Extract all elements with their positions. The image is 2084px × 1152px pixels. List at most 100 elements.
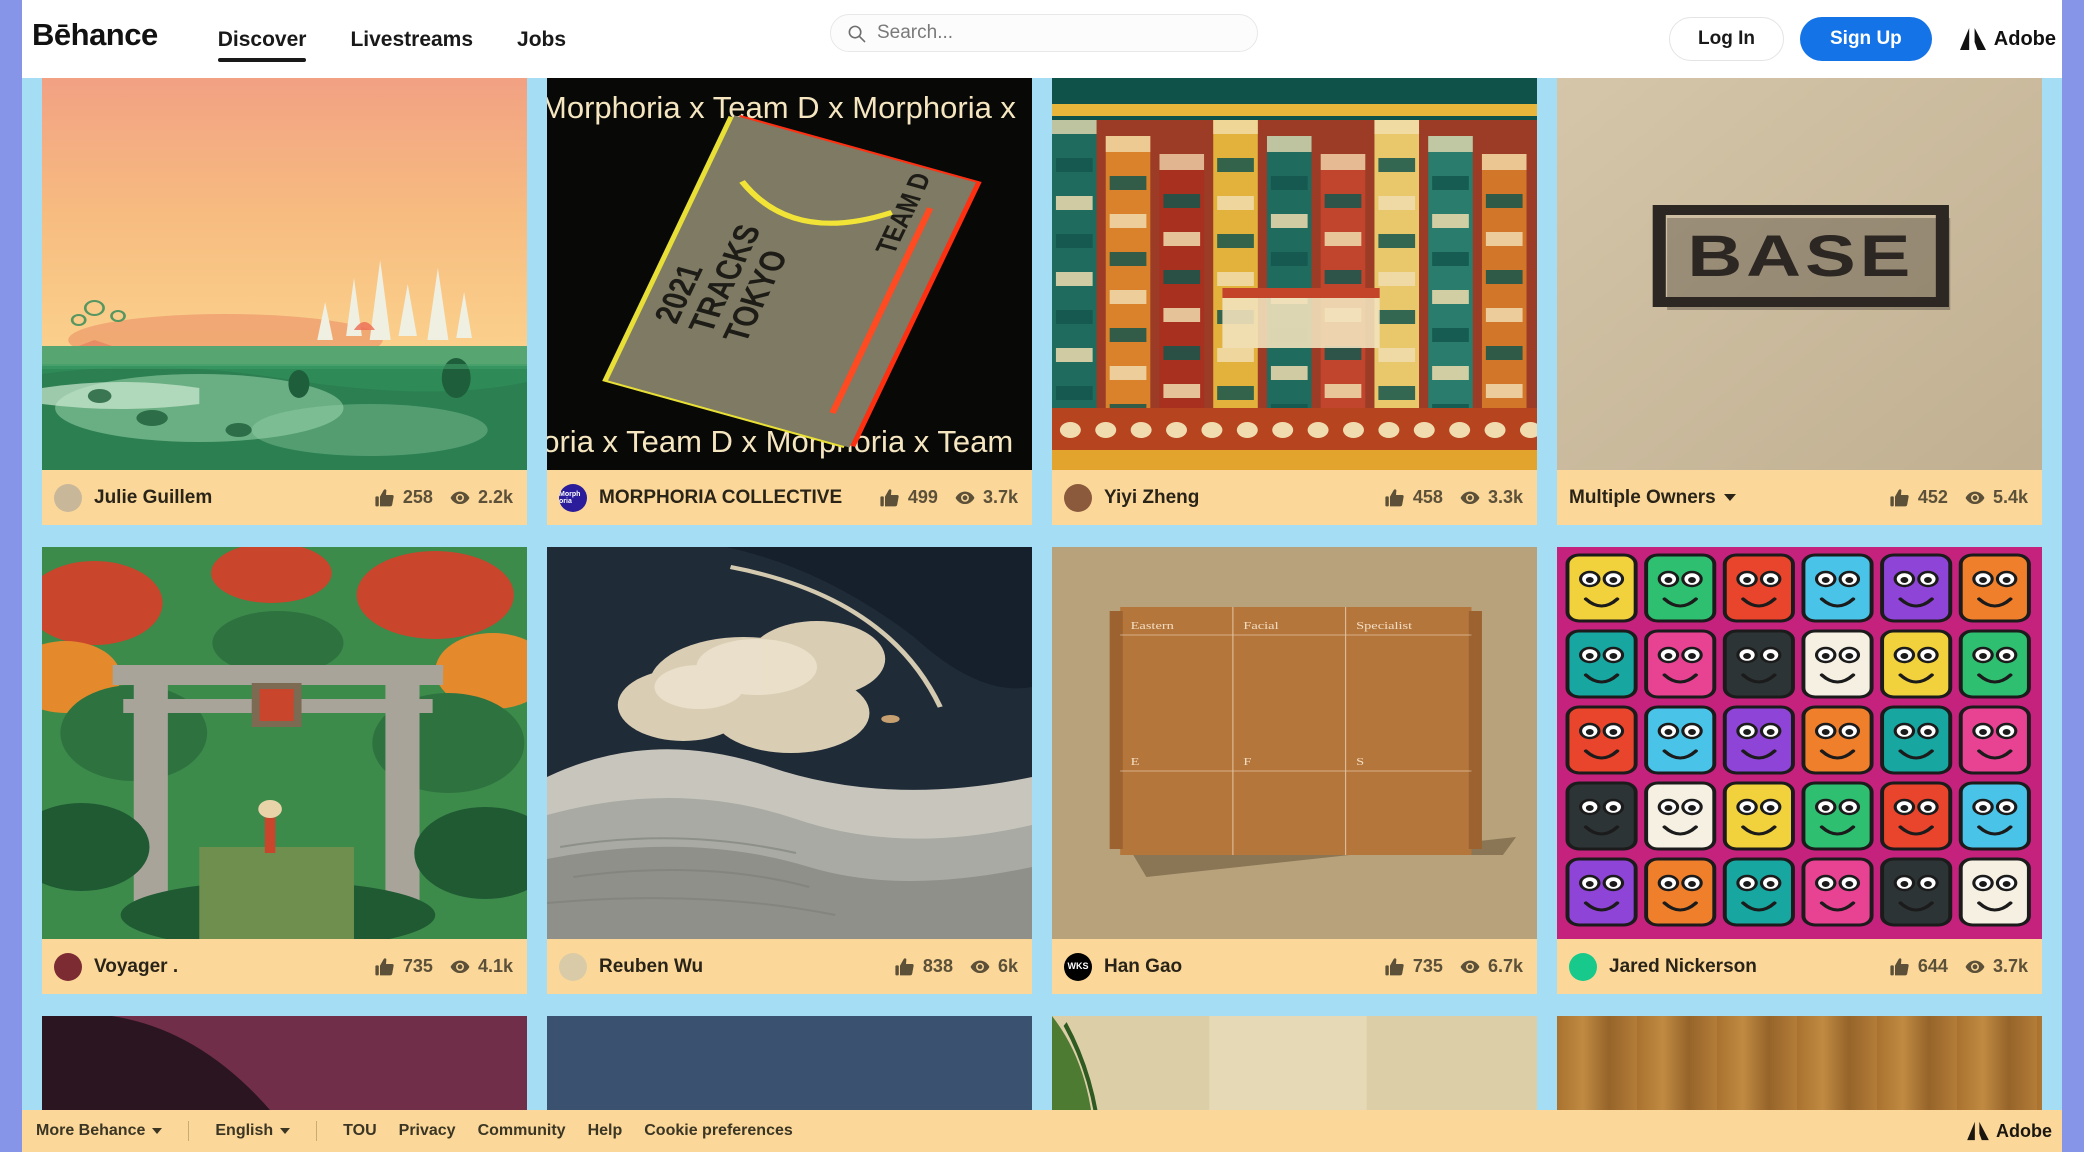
appreciations-stat: 735	[374, 956, 433, 978]
appreciations-count: 258	[402, 487, 433, 507]
appreciations-count: 458	[1412, 487, 1443, 507]
project-meta: Yiyi Zheng 458 3.3k	[1052, 470, 1537, 525]
search-input[interactable]: Search...	[830, 14, 1258, 52]
appreciations-count: 735	[402, 956, 433, 976]
thumbs-up-icon	[374, 956, 396, 978]
appreciations-count: 452	[1917, 487, 1948, 507]
footer-language[interactable]: English	[215, 1122, 291, 1140]
svg-text:S: S	[1356, 756, 1364, 768]
footer-divider	[316, 1121, 318, 1141]
footer-link-cookie-preferences[interactable]: Cookie preferences	[644, 1122, 793, 1140]
avatar[interactable]: WKS	[1064, 952, 1092, 981]
project-stats: 838 6k	[894, 956, 1018, 978]
project-card[interactable]: Reuben Wu 838 6k	[547, 547, 1032, 994]
project-meta: Morph oria MORPHORIA COLLECTIVE 499 3.7k	[547, 470, 1032, 525]
project-thumbnail[interactable]: BASE	[1557, 78, 2042, 470]
project-stats: 458 3.3k	[1384, 487, 1523, 509]
eye-icon	[1459, 487, 1481, 509]
artwork-tokyo-tracks-poster: Morphoria x Team D x Morphoria x horia x…	[547, 78, 1032, 470]
avatar[interactable]	[54, 483, 82, 512]
project-thumbnail[interactable]	[42, 547, 527, 939]
svg-text:Specialist: Specialist	[1356, 620, 1413, 632]
project-owner[interactable]: Voyager .	[94, 956, 178, 978]
views-count: 3.3k	[1487, 487, 1523, 507]
views-stat: 3.7k	[954, 487, 1018, 509]
appreciations-stat: 644	[1889, 956, 1948, 978]
avatar[interactable]	[1064, 483, 1092, 512]
project-owner[interactable]: MORPHORIA COLLECTIVE	[599, 487, 842, 509]
views-stat: 3.7k	[1964, 956, 2028, 978]
behance-logo[interactable]: Bēhance	[32, 19, 158, 78]
footer-link-help[interactable]: Help	[588, 1122, 623, 1140]
project-stats: 258 2.2k	[374, 487, 513, 509]
footer-divider	[188, 1121, 190, 1141]
eye-icon	[1964, 956, 1986, 978]
eye-icon	[1964, 487, 1986, 509]
project-card[interactable]: Yiyi Zheng 458 3.3k	[1052, 78, 1537, 525]
project-meta: WKS Han Gao 735 6.7k	[1052, 939, 1537, 994]
project-thumbnail[interactable]	[42, 78, 527, 470]
project-thumbnail[interactable]: Eastern Facial Specialist E F S	[1052, 547, 1537, 939]
nav-item-livestreams[interactable]: Livestreams	[328, 28, 495, 78]
project-owner[interactable]: Multiple Owners	[1569, 487, 1736, 509]
svg-text:BASE: BASE	[1687, 225, 1914, 289]
footer-language-label: English	[215, 1122, 274, 1139]
appreciations-count: 838	[922, 956, 953, 976]
views-count: 2.2k	[477, 487, 513, 507]
avatar[interactable]	[54, 952, 82, 981]
footer-more-behance[interactable]: More Behance	[36, 1122, 163, 1140]
project-card[interactable]: Jared Nickerson 644 3.7k	[1557, 547, 2042, 994]
project-stats: 644 3.7k	[1889, 956, 2028, 978]
eye-icon	[449, 487, 471, 509]
avatar[interactable]	[559, 952, 587, 981]
header-right: Log In Sign Up Adobe	[1669, 0, 2062, 78]
project-owner[interactable]: Yiyi Zheng	[1104, 487, 1199, 509]
views-count: 3.7k	[1992, 956, 2028, 976]
footer-link-privacy[interactable]: Privacy	[399, 1122, 456, 1140]
artwork-cloud-portrait	[547, 547, 1032, 939]
project-owner[interactable]: Julie Guillem	[94, 487, 212, 509]
project-owner[interactable]: Han Gao	[1104, 956, 1182, 978]
project-card[interactable]: Morphoria x Team D x Morphoria x horia x…	[547, 78, 1032, 525]
project-card[interactable]: Eastern Facial Specialist E F S WKS Han Gao 73…	[1052, 547, 1537, 994]
project-owner[interactable]: Jared Nickerson	[1609, 956, 1757, 978]
project-thumbnail[interactable]	[1557, 547, 2042, 939]
thumbs-up-icon	[894, 956, 916, 978]
footer-adobe-branding[interactable]: Adobe	[1967, 1121, 2062, 1142]
footer-link-tou[interactable]: TOU	[343, 1122, 376, 1140]
thumbs-up-icon	[374, 487, 396, 509]
project-owner[interactable]: Reuben Wu	[599, 956, 703, 978]
project-meta: Reuben Wu 838 6k	[547, 939, 1032, 994]
project-thumbnail[interactable]	[547, 547, 1032, 939]
views-stat: 5.4k	[1964, 487, 2028, 509]
thumbs-up-icon	[879, 487, 901, 509]
project-card[interactable]: Voyager . 735 4.1k	[42, 547, 527, 994]
sign-up-button[interactable]: Sign Up	[1800, 17, 1932, 61]
thumbs-up-icon	[1889, 956, 1911, 978]
project-stats: 735 4.1k	[374, 956, 513, 978]
adobe-logo-icon	[1959, 27, 1986, 51]
footer-link-community[interactable]: Community	[478, 1122, 566, 1140]
adobe-branding[interactable]: Adobe	[1959, 27, 2056, 51]
appreciations-count: 644	[1917, 956, 1948, 976]
avatar[interactable]	[1569, 952, 1597, 981]
artwork-desert-landscape	[42, 78, 527, 470]
project-thumbnail[interactable]	[1052, 78, 1537, 470]
log-in-button[interactable]: Log In	[1669, 17, 1784, 61]
project-meta: Multiple Owners 452 5.4k	[1557, 470, 2042, 525]
views-count: 3.7k	[982, 487, 1018, 507]
svg-text:Eastern: Eastern	[1131, 620, 1175, 632]
chevron-down-icon	[1723, 493, 1736, 501]
project-thumbnail[interactable]: Morphoria x Team D x Morphoria x horia x…	[547, 78, 1032, 470]
project-card[interactable]: Julie Guillem 258 2.2k	[42, 78, 527, 525]
eye-icon	[969, 956, 991, 978]
avatar[interactable]: Morph oria	[559, 483, 587, 512]
nav-item-jobs[interactable]: Jobs	[495, 28, 588, 78]
project-grid: Julie Guillem 258 2.2k Morphoria x Team …	[22, 78, 2062, 1152]
main-nav: Discover Livestreams Jobs	[196, 0, 588, 78]
behance-discover-page: Julie Guillem 258 2.2k Morphoria x Team …	[0, 0, 2084, 1152]
nav-item-discover[interactable]: Discover	[196, 28, 329, 78]
views-stat: 6k	[969, 956, 1018, 978]
footer-more-behance-label: More Behance	[36, 1122, 146, 1139]
project-card[interactable]: BASE Multiple Owners 452 5.4k	[1557, 78, 2042, 525]
